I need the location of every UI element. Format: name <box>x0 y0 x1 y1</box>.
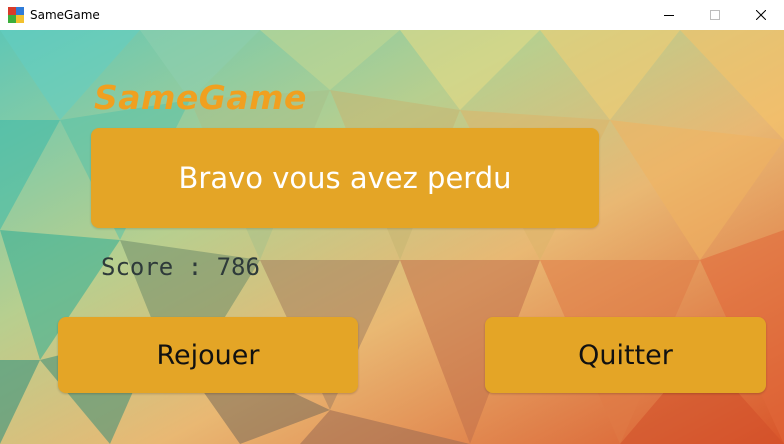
title-bar[interactable]: SameGame <box>0 0 784 30</box>
window-controls <box>646 0 784 30</box>
minimize-button[interactable] <box>646 0 692 30</box>
minimize-icon <box>664 15 674 16</box>
close-button[interactable] <box>738 0 784 30</box>
replay-button-label: Rejouer <box>156 339 260 371</box>
quit-button-label: Quitter <box>578 339 673 371</box>
game-over-message: Bravo vous avez perdu <box>91 128 599 228</box>
maximize-icon <box>710 10 720 20</box>
samegame-logo: SameGame <box>94 78 307 117</box>
samegame-window: SameGame SameGame Bravo vous avez perdu … <box>0 0 784 444</box>
window-title: SameGame <box>30 8 100 22</box>
quit-button[interactable]: Quitter <box>485 317 766 393</box>
maximize-button[interactable] <box>692 0 738 30</box>
samegame-app-icon <box>8 7 24 23</box>
close-icon <box>756 10 766 20</box>
replay-button[interactable]: Rejouer <box>58 317 358 393</box>
score-text: Score : 786 <box>101 253 260 281</box>
game-over-text: Bravo vous avez perdu <box>178 161 512 195</box>
game-canvas: SameGame Bravo vous avez perdu Score : 7… <box>0 30 784 444</box>
